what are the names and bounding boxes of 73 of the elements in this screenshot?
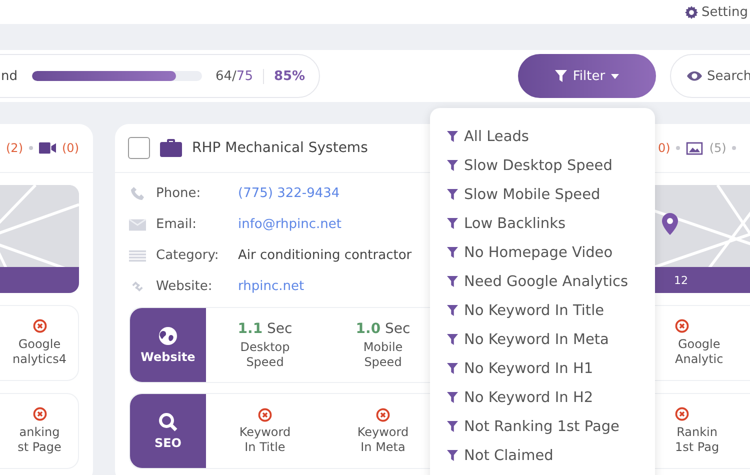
filter-option[interactable]: Not Ranking 1st Page: [430, 412, 655, 441]
filter-option[interactable]: Need Google Analytics: [430, 267, 655, 296]
status-label: anking st Page: [18, 425, 62, 455]
globe-icon: [158, 326, 178, 346]
map-pin-icon: [662, 213, 678, 235]
section-label: SEO: [154, 436, 182, 450]
x-circle-icon: [675, 407, 689, 421]
metric-label: Keyword In Title: [239, 424, 291, 454]
count-label: (2): [6, 141, 23, 155]
address-label: 12: [674, 274, 688, 286]
speed-value: 1.0 Sec: [356, 320, 410, 336]
progress-percent: 85%: [274, 68, 306, 84]
progress-count: 64/75: [216, 68, 264, 84]
filter-option[interactable]: No Keyword In H2: [430, 383, 655, 412]
select-checkbox[interactable]: [128, 137, 150, 159]
filter-icon: [447, 334, 458, 345]
section-label: Website: [140, 350, 196, 364]
filter-icon: [554, 70, 567, 82]
filter-icon: [447, 450, 458, 461]
separator-dot: [29, 146, 33, 150]
business-name: RHP Mechanical Systems: [192, 140, 368, 156]
field-label: Phone:: [156, 186, 202, 201]
filter-option[interactable]: Low Backlinks: [430, 209, 655, 238]
speed-value: 1.1 Sec: [238, 320, 292, 336]
separator-dot: [676, 146, 680, 150]
filter-button[interactable]: Filter: [518, 54, 656, 98]
list-icon: [129, 250, 146, 262]
count-label: (0): [62, 141, 79, 155]
field-label: Email:: [156, 217, 198, 232]
search-icon: [158, 412, 178, 432]
filter-icon: [447, 421, 458, 432]
filter-icon: [447, 276, 458, 287]
metric-label: Keyword In Meta: [357, 424, 409, 454]
x-circle-icon: [32, 319, 46, 333]
settings-link[interactable]: Setting: [685, 4, 748, 20]
phone-icon: [129, 187, 146, 200]
video-camera-icon: [39, 142, 56, 154]
filter-icon: [447, 363, 458, 374]
filter-icon: [447, 218, 458, 229]
field-label: Category:: [156, 248, 220, 263]
caret-icon: [611, 74, 620, 78]
image-icon: [686, 142, 704, 154]
filter-icon: [447, 189, 458, 200]
filter-option[interactable]: No Keyword In H1: [430, 354, 655, 383]
filter-icon: [447, 131, 458, 142]
filter-icon: [447, 392, 458, 403]
envelope-icon: [129, 218, 146, 230]
metric-label: Desktop Speed: [240, 340, 290, 370]
filter-option[interactable]: Slow Mobile Speed: [430, 180, 655, 209]
field-label: Website:: [156, 279, 214, 294]
separator-dot: [732, 146, 736, 150]
status-label: Google Analytic: [675, 337, 724, 367]
filter-option[interactable]: All Leads: [430, 122, 655, 151]
field-value: Air conditioning contractor: [238, 248, 412, 263]
gear-icon: [685, 6, 698, 18]
metric-label: Mobile Speed: [363, 340, 403, 370]
x-circle-icon: [675, 319, 689, 333]
filter-option[interactable]: No Keyword In Meta: [430, 325, 655, 354]
status-label: Rankin 1st Pag: [675, 425, 720, 455]
filter-icon: [447, 247, 458, 258]
count-label: (5): [709, 141, 726, 155]
x-circle-icon: [32, 407, 46, 421]
count-label: 0): [658, 141, 670, 155]
filter-option[interactable]: Not Claimed: [430, 441, 655, 470]
status-label: Google nalytics4: [12, 337, 66, 367]
filter-option[interactable]: Slow Desktop Speed: [430, 151, 655, 180]
filter-option[interactable]: No Keyword In Title: [430, 296, 655, 325]
briefcase-icon: [160, 139, 182, 157]
eye-icon: [687, 71, 702, 81]
filter-option[interactable]: No Homepage Video: [430, 238, 655, 267]
filter-icon: [447, 305, 458, 316]
filter-icon: [447, 160, 458, 171]
progress-label: nd: [1, 68, 18, 84]
